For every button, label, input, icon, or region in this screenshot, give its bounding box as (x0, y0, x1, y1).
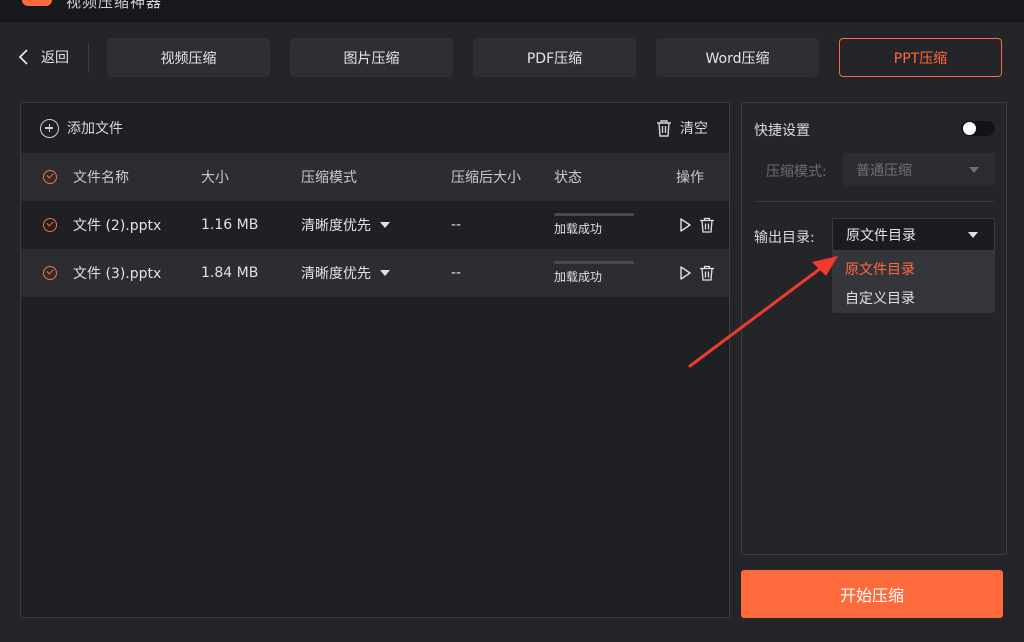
status-text: 加载成功 (554, 222, 603, 236)
title-bar: 视频压缩神器 (0, 0, 1024, 22)
nav-divider (88, 43, 89, 73)
play-icon[interactable] (676, 216, 694, 234)
status-text: 加载成功 (554, 270, 603, 284)
output-dir-label: 输出目录: (754, 230, 815, 246)
caret-down-icon (969, 167, 979, 173)
progress-bar (554, 213, 634, 216)
row-checkbox[interactable] (43, 218, 57, 232)
start-compress-button[interactable]: 开始压缩 (741, 570, 1003, 618)
delete-icon[interactable] (698, 264, 716, 282)
clear-label: 清空 (680, 121, 708, 137)
file-name: 文件 (3).pptx (73, 266, 162, 282)
output-dir-value: 原文件目录 (846, 227, 916, 244)
table-row: 文件 (3).pptx 1.84 MB 清晰度优先 -- 加载成功 (21, 249, 729, 297)
file-toolbar: 添加文件 清空 (21, 103, 729, 153)
after-size: -- (451, 265, 462, 281)
row-mode-select[interactable]: 清晰度优先 (301, 249, 390, 297)
after-size: -- (451, 217, 462, 233)
option-original-dir[interactable]: 原文件目录 (845, 259, 915, 279)
tab-word-compress[interactable]: Word压缩 (656, 38, 819, 77)
add-file-button[interactable]: 添加文件 (40, 118, 123, 138)
header-status: 状态 (554, 170, 582, 186)
header-operations: 操作 (676, 170, 704, 186)
caret-down-icon (380, 222, 390, 228)
file-size: 1.16 MB (201, 217, 259, 233)
row-mode-value: 清晰度优先 (301, 266, 371, 282)
status-cell: 加载成功 (554, 201, 634, 249)
delete-icon[interactable] (698, 216, 716, 234)
app-title: 视频压缩神器 (66, 0, 163, 11)
option-custom-dir[interactable]: 自定义目录 (845, 288, 915, 308)
caret-down-icon (380, 270, 390, 276)
toggle-knob (963, 122, 976, 135)
progress-bar (554, 261, 634, 264)
header-size: 大小 (201, 170, 229, 186)
file-list-panel: 添加文件 清空 文件名称 大小 压缩模式 压缩后大小 状态 操作 文件 (2).… (20, 102, 730, 618)
quick-settings-label: 快捷设置 (754, 123, 810, 139)
tab-image-compress[interactable]: 图片压缩 (290, 38, 453, 77)
quick-settings-toggle[interactable] (961, 121, 995, 136)
back-label: 返回 (41, 50, 69, 66)
settings-divider (754, 201, 994, 202)
select-all-checkbox[interactable] (43, 170, 57, 184)
tab-video-compress[interactable]: 视频压缩 (107, 38, 270, 77)
tab-ppt-compress[interactable]: PPT压缩 (839, 38, 1002, 77)
row-mode-select[interactable]: 清晰度优先 (301, 201, 390, 249)
trash-icon (657, 120, 671, 137)
header-file-name: 文件名称 (73, 170, 129, 186)
clear-button[interactable]: 清空 (654, 118, 708, 138)
output-dir-dropdown: 原文件目录 自定义目录 (832, 251, 995, 313)
app-logo-icon (22, 0, 52, 6)
settings-panel: 快捷设置 压缩模式: 普通压缩 输出目录: 原文件目录 原文件目录 自定义目录 (741, 102, 1007, 555)
status-cell: 加载成功 (554, 249, 634, 297)
file-name: 文件 (2).pptx (73, 218, 162, 234)
play-icon[interactable] (676, 264, 694, 282)
header-mode: 压缩模式 (301, 170, 357, 186)
back-button[interactable]: 返回 (16, 38, 69, 76)
table-row: 文件 (2).pptx 1.16 MB 清晰度优先 -- 加载成功 (21, 201, 729, 249)
compress-mode-select: 普通压缩 (843, 153, 995, 186)
compress-mode-label: 压缩模式: (766, 164, 827, 180)
chevron-left-icon (18, 49, 28, 65)
row-mode-value: 清晰度优先 (301, 218, 371, 234)
compress-mode-value: 普通压缩 (856, 162, 912, 179)
app-window: 视频压缩神器 返回 视频压缩 图片压缩 PDF压缩 Word压缩 PPT压缩 添… (0, 0, 1024, 642)
file-size: 1.84 MB (201, 265, 259, 281)
add-file-label: 添加文件 (67, 121, 123, 137)
output-dir-select[interactable]: 原文件目录 (832, 218, 995, 251)
tab-pdf-compress[interactable]: PDF压缩 (473, 38, 636, 77)
table-header: 文件名称 大小 压缩模式 压缩后大小 状态 操作 (21, 153, 729, 201)
caret-down-icon (968, 232, 978, 238)
header-after-size: 压缩后大小 (451, 170, 521, 186)
plus-circle-icon (40, 118, 59, 138)
row-checkbox[interactable] (43, 266, 57, 280)
